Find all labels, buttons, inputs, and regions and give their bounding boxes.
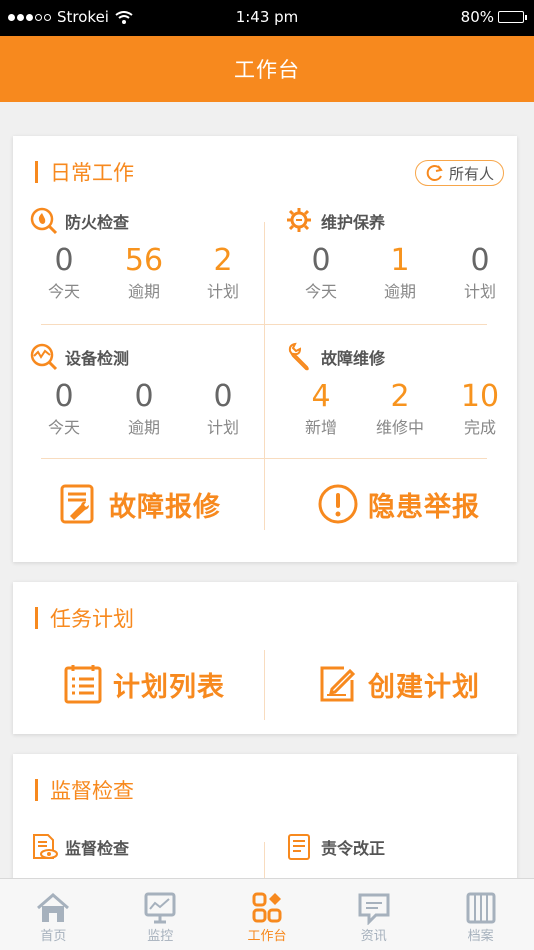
tab-bar: 首页 监控 工作台 资讯 档案 <box>0 878 534 950</box>
divider <box>264 842 265 878</box>
owner-filter-button[interactable]: 所有人 <box>415 160 504 186</box>
repair-new-value: 4 <box>311 379 331 414</box>
report-document-icon <box>60 484 94 524</box>
wrench-icon <box>288 342 309 371</box>
fire-today-label: 今天 <box>47 282 80 301</box>
maintain-today-label: 今天 <box>304 282 337 301</box>
maintenance-section[interactable]: 维护保养 0 今天 1 逾期 0 计划 <box>265 206 517 324</box>
report-fault-button[interactable]: 故障报修 <box>57 482 221 526</box>
report-fault-label: 故障报修 <box>109 491 221 523</box>
tab-workbench[interactable]: 工作台 <box>214 879 321 950</box>
workbench-icon <box>252 892 282 923</box>
alert-circle-icon <box>318 484 358 524</box>
task-plan-card: 任务计划 计划列表 创建计划 <box>13 582 517 734</box>
archive-icon <box>466 892 496 924</box>
device-plan-value: 0 <box>213 379 233 414</box>
tab-news-label: 资讯 <box>360 929 387 944</box>
maintain-today-value: 0 <box>311 243 331 278</box>
tab-home-label: 首页 <box>40 929 67 944</box>
clock: 1:43 pm <box>235 8 299 26</box>
device-overdue-value: 0 <box>134 379 154 414</box>
battery-percent: 80% <box>460 8 494 26</box>
fire-plan-value: 2 <box>213 243 233 278</box>
device-test-section[interactable]: 设备检测 0 今天 0 逾期 0 计划 <box>13 342 264 458</box>
battery-icon <box>498 11 527 23</box>
nav-bar: 工作台 <box>0 36 534 102</box>
repair-inprogress-label: 维修中 <box>375 418 424 437</box>
maintenance-title: 维护保养 <box>321 213 386 232</box>
report-hazard-button[interactable]: 隐患举报 <box>316 482 480 526</box>
supervision-title: 监督检查 <box>35 778 134 803</box>
daily-work-title: 日常工作 <box>35 160 134 185</box>
home-icon <box>37 893 70 922</box>
daily-work-card: 日常工作 所有人 防火检查 0 今天 56 逾期 2 计划 维护保养 0 今天 … <box>13 136 517 562</box>
fire-check-title: 防火检查 <box>65 213 130 232</box>
tab-workbench-label: 工作台 <box>247 929 287 944</box>
battery-info: 80% <box>460 8 527 26</box>
supervise-check-title: 监督检查 <box>65 839 130 858</box>
news-icon <box>358 893 390 925</box>
fire-search-icon <box>30 207 58 235</box>
refresh-icon <box>426 165 443 181</box>
repair-done-value: 10 <box>460 379 500 414</box>
main-content[interactable]: 日常工作 所有人 防火检查 0 今天 56 逾期 2 计划 维护保养 0 今天 … <box>0 102 534 878</box>
document-eye-icon <box>33 834 58 859</box>
tab-archive-label: 档案 <box>467 929 494 944</box>
list-icon <box>64 665 102 704</box>
tab-monitor[interactable]: 监控 <box>107 879 214 950</box>
supervise-check-section[interactable]: 监督检查 <box>29 832 129 862</box>
repair-new-label: 新增 <box>304 418 337 437</box>
tab-monitor-label: 监控 <box>147 929 174 944</box>
divider <box>264 650 265 720</box>
device-plan-label: 计划 <box>206 418 239 437</box>
fault-repair-title: 故障维修 <box>321 349 386 368</box>
divider <box>41 458 487 459</box>
divider <box>41 324 487 325</box>
maintain-overdue-value: 1 <box>390 243 410 278</box>
maintain-plan-value: 0 <box>470 243 490 278</box>
device-overdue-label: 逾期 <box>127 418 160 437</box>
rectify-section[interactable]: 责令改正 <box>285 832 385 862</box>
maintain-overdue-label: 逾期 <box>383 282 416 301</box>
tab-home[interactable]: 首页 <box>0 879 107 950</box>
gear-wrench-icon <box>287 208 311 232</box>
fire-plan-label: 计划 <box>206 282 239 301</box>
plan-list-label: 计划列表 <box>113 671 225 703</box>
repair-done-label: 完成 <box>463 418 496 437</box>
tab-news[interactable]: 资讯 <box>320 879 427 950</box>
plan-list-button[interactable]: 计划列表 <box>61 662 225 706</box>
maintain-plan-label: 计划 <box>463 282 496 301</box>
tab-archive[interactable]: 档案 <box>427 879 534 950</box>
device-today-value: 0 <box>54 379 74 414</box>
supervision-card: 监督检查 监督检查 责令改正 <box>13 754 517 878</box>
device-test-title: 设备检测 <box>65 349 130 368</box>
fire-overdue-value: 56 <box>124 243 164 278</box>
create-plan-button[interactable]: 创建计划 <box>316 662 480 706</box>
fault-repair-section[interactable]: 故障维修 4 新增 2 维修中 10 完成 <box>265 342 517 458</box>
status-bar: Strokei 1:43 pm 80% <box>0 0 534 36</box>
page-title: 工作台 <box>234 58 300 82</box>
fire-today-value: 0 <box>54 243 74 278</box>
rectify-title: 责令改正 <box>321 839 386 858</box>
edit-icon <box>320 666 356 702</box>
device-today-label: 今天 <box>47 418 80 437</box>
pulse-search-icon <box>30 343 58 371</box>
task-plan-title: 任务计划 <box>35 606 134 631</box>
document-list-icon <box>288 834 310 860</box>
create-plan-label: 创建计划 <box>368 671 480 703</box>
repair-inprogress-value: 2 <box>390 379 410 414</box>
report-hazard-label: 隐患举报 <box>368 491 480 523</box>
fire-check-section[interactable]: 防火检查 0 今天 56 逾期 2 计划 <box>13 206 264 324</box>
owner-filter-label: 所有人 <box>448 164 494 183</box>
fire-overdue-label: 逾期 <box>127 282 160 301</box>
monitor-icon <box>144 892 176 924</box>
